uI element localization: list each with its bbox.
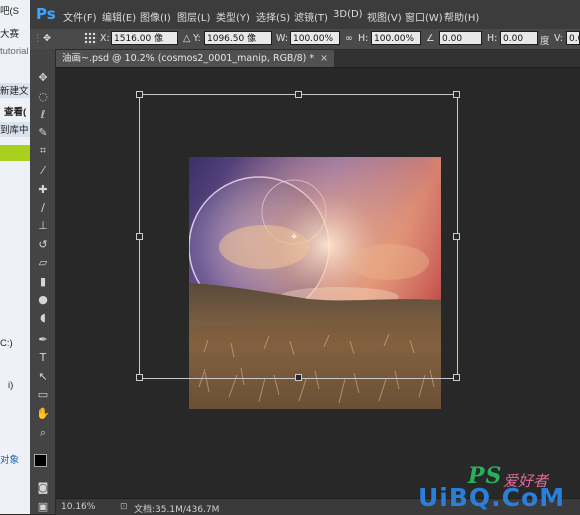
vertical-skew-field[interactable]: 0.00 bbox=[566, 31, 580, 45]
link-icon[interactable]: ∞ bbox=[345, 33, 353, 44]
bg-text-3: tutorial bbox=[0, 46, 29, 57]
document-tab-bar: 油画~.psd @ 10.2% (cosmos2_0001_manip, RGB… bbox=[56, 50, 580, 68]
document-size-info: 文档:35.1M/436.7M bbox=[134, 505, 220, 515]
rotate-angle-field[interactable]: 0.00 bbox=[439, 31, 482, 45]
bg-text-1: 吧(S bbox=[0, 6, 20, 17]
bg-text-2: 大赛 bbox=[0, 29, 20, 40]
menu-layer[interactable]: 图层(L) bbox=[177, 9, 210, 24]
brush-tool-icon[interactable]: ∕ bbox=[36, 201, 50, 215]
type-tool-icon[interactable]: T bbox=[36, 351, 50, 365]
bg-text-9: 对象 bbox=[0, 455, 20, 466]
menu-edit[interactable]: 编辑(E) bbox=[102, 9, 136, 24]
x-position-field[interactable]: 1516.00 像 bbox=[111, 31, 178, 45]
clone-stamp-icon[interactable]: ⊥ bbox=[36, 219, 50, 233]
document-tab-title: 油画~.psd @ 10.2% (cosmos2_0001_manip, RGB… bbox=[62, 53, 315, 64]
reference-point-icon[interactable] bbox=[84, 32, 97, 45]
options-bar: ⋮ ✥ X: 1516.00 像 △ Y: 1096.50 像 W: 100.0… bbox=[30, 29, 580, 50]
angle-icon: ∠ bbox=[426, 33, 435, 44]
transform-handle-tc[interactable] bbox=[295, 91, 302, 98]
menu-3d[interactable]: 3D(D) bbox=[333, 9, 363, 20]
menu-window[interactable]: 窗口(W) bbox=[405, 9, 443, 24]
menu-file[interactable]: 文件(F) bbox=[63, 9, 97, 24]
bg-text-5: 查看( bbox=[4, 107, 27, 118]
transform-handle-ml[interactable] bbox=[136, 233, 143, 240]
transform-handle-bl[interactable] bbox=[136, 374, 143, 381]
transform-handle-tl[interactable] bbox=[136, 91, 143, 98]
transform-handle-bc[interactable] bbox=[295, 374, 302, 381]
bg-text-6: 到库中 bbox=[0, 122, 30, 137]
bg-text-4: 新建文 bbox=[0, 83, 30, 98]
status-menu-icon[interactable]: ⊡ bbox=[120, 502, 128, 512]
close-tab-icon[interactable]: × bbox=[320, 53, 328, 64]
options-grip-icon: ⋮ bbox=[33, 33, 43, 44]
bg-green-bar bbox=[0, 145, 30, 161]
blur-tool-icon[interactable]: ● bbox=[36, 293, 50, 307]
transform-tool-icon: ✥ bbox=[43, 33, 51, 44]
toolbox: ✥ ◌ ℓ ✎ ⌗ ⁄ ✚ ∕ ⊥ ↺ ▱ ▮ ● ◖ ✒ T ↖ ▭ ✋ ⌕ … bbox=[30, 49, 56, 514]
menubar: Ps 文件(F) 编辑(E) 图像(I) 图层(L) 类型(Y) 选择(S) 滤… bbox=[30, 0, 580, 30]
menu-type[interactable]: 类型(Y) bbox=[216, 9, 250, 24]
history-brush-icon[interactable]: ↺ bbox=[36, 238, 50, 252]
h-label: H: bbox=[358, 33, 369, 44]
rectangle-tool-icon[interactable]: ▭ bbox=[36, 388, 50, 402]
screen-mode-icon[interactable]: ▣ bbox=[36, 500, 50, 514]
eyedropper-tool-icon[interactable]: ⁄ bbox=[36, 164, 50, 178]
zoom-tool-icon[interactable]: ⌕ bbox=[36, 426, 50, 440]
menu-help[interactable]: 帮助(H) bbox=[444, 9, 479, 24]
menu-select[interactable]: 选择(S) bbox=[256, 9, 290, 24]
transform-handle-br[interactable] bbox=[453, 374, 460, 381]
pen-tool-icon[interactable]: ✒ bbox=[36, 333, 50, 347]
healing-brush-icon[interactable]: ✚ bbox=[36, 183, 50, 197]
background-window-strip: 吧(S 大赛 tutorial 新建文 查看( 到库中 C:) i) 对象 bbox=[0, 0, 31, 514]
photoshop-logo: Ps bbox=[36, 5, 56, 23]
crop-tool-icon[interactable]: ⌗ bbox=[36, 144, 50, 158]
width-field[interactable]: 100.00% bbox=[290, 31, 340, 45]
y-label: Y: bbox=[193, 33, 201, 44]
menu-image[interactable]: 图像(I) bbox=[140, 9, 171, 24]
foreground-color-swatch[interactable] bbox=[34, 454, 47, 467]
x-label: X: bbox=[100, 33, 110, 44]
canvas-area[interactable]: ⌖ bbox=[56, 68, 580, 498]
transform-handle-mr[interactable] bbox=[453, 233, 460, 240]
triangle-icon[interactable]: △ bbox=[183, 33, 190, 44]
vskew-label: V: bbox=[554, 33, 563, 44]
menu-view[interactable]: 视图(V) bbox=[367, 9, 402, 24]
w-label: W: bbox=[276, 33, 289, 44]
path-select-icon[interactable]: ↖ bbox=[36, 370, 50, 384]
y-position-field[interactable]: 1096.50 像 bbox=[204, 31, 272, 45]
dodge-tool-icon[interactable]: ◖ bbox=[36, 311, 50, 325]
transform-handle-tr[interactable] bbox=[453, 91, 460, 98]
bg-text-8: i) bbox=[8, 380, 14, 391]
watermark-site-text: UiBQ.CoM bbox=[418, 483, 566, 512]
marquee-tool-icon[interactable]: ◌ bbox=[36, 90, 50, 104]
quick-select-tool-icon[interactable]: ✎ bbox=[36, 126, 50, 140]
transform-center-icon[interactable]: ⌖ bbox=[291, 230, 297, 244]
eraser-tool-icon[interactable]: ▱ bbox=[36, 256, 50, 270]
lasso-tool-icon[interactable]: ℓ bbox=[36, 108, 50, 122]
hand-tool-icon[interactable]: ✋ bbox=[36, 407, 50, 421]
gradient-tool-icon[interactable]: ▮ bbox=[36, 275, 50, 289]
height-field[interactable]: 100.00% bbox=[371, 31, 421, 45]
bg-text-7: C:) bbox=[0, 338, 13, 349]
move-tool-icon[interactable]: ✥ bbox=[36, 71, 50, 85]
hskew-unit: 度 bbox=[540, 36, 550, 47]
menu-filter[interactable]: 滤镜(T) bbox=[294, 9, 328, 24]
transform-bounding-box[interactable] bbox=[139, 94, 458, 379]
zoom-level[interactable]: 10.16% bbox=[61, 502, 95, 512]
quick-mask-icon[interactable]: ◙ bbox=[36, 481, 50, 495]
document-tab[interactable]: 油画~.psd @ 10.2% (cosmos2_0001_manip, RGB… bbox=[56, 50, 335, 67]
hskew-label: H: bbox=[487, 33, 498, 44]
horizontal-skew-field[interactable]: 0.00 bbox=[500, 31, 538, 45]
